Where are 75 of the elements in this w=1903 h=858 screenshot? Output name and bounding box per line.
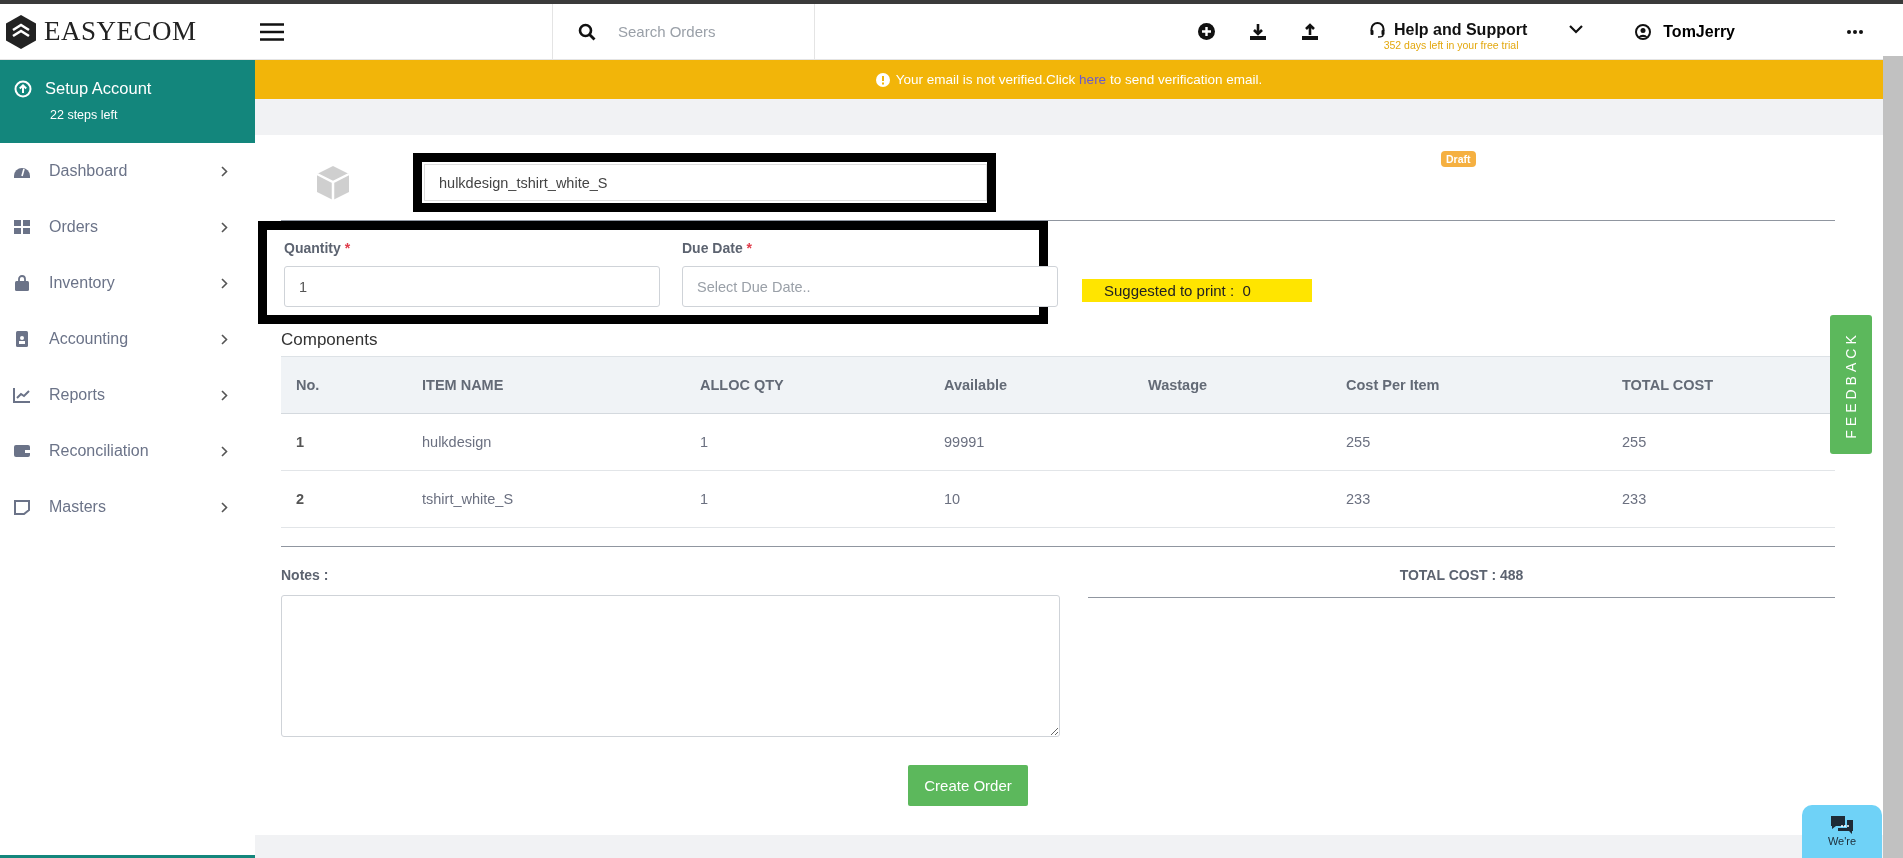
table-cell: tshirt_white_S bbox=[422, 491, 514, 507]
chevron-right-icon bbox=[221, 501, 228, 513]
column-header: Available bbox=[929, 356, 1133, 414]
user-menu[interactable]: TomJerry bbox=[1663, 22, 1735, 41]
table-cell: hulkdesign bbox=[422, 434, 492, 450]
user-icon bbox=[1635, 23, 1652, 40]
table-cell: 255 bbox=[1622, 434, 1647, 450]
setup-title: Setup Account bbox=[45, 79, 152, 98]
chevron-right-icon bbox=[221, 221, 228, 233]
feedback-tab[interactable]: FEEDBACK bbox=[1830, 315, 1872, 454]
sidebar-item[interactable]: Accounting bbox=[0, 311, 255, 367]
bag-icon bbox=[13, 275, 31, 291]
table-cell: 10 bbox=[944, 491, 961, 507]
trial-notice: 352 days left in your free trial bbox=[1383, 38, 1519, 51]
sidebar-item[interactable]: Orders bbox=[0, 199, 255, 255]
product-name-field[interactable]: hulkdesign_tshirt_white_S bbox=[424, 164, 987, 201]
create-order-button[interactable]: Create Order bbox=[908, 765, 1028, 806]
notes-field[interactable] bbox=[281, 595, 1060, 737]
table-cell: 233 bbox=[1622, 491, 1647, 507]
table-cell: 1 bbox=[700, 434, 709, 450]
chat-icon bbox=[1830, 815, 1854, 835]
sidebar-item[interactable]: Reconciliation bbox=[0, 423, 255, 479]
upload-circle-icon bbox=[14, 79, 32, 98]
table-cell: 1 bbox=[700, 491, 709, 507]
sidebar-item[interactable]: Inventory bbox=[0, 255, 255, 311]
chevron-right-icon bbox=[221, 165, 228, 177]
note-icon bbox=[13, 499, 31, 515]
chevron-right-icon bbox=[221, 445, 228, 457]
column-header: ALLOC QTY bbox=[685, 356, 929, 414]
column-header: ITEM NAME bbox=[407, 356, 685, 414]
more-icon[interactable] bbox=[1847, 29, 1863, 34]
table-cell: 233 bbox=[1346, 491, 1371, 507]
chevron-right-icon bbox=[221, 277, 228, 289]
steps-left: 22 steps left bbox=[50, 108, 119, 122]
quantity-field[interactable]: 1 bbox=[284, 266, 660, 307]
sidebar-item[interactable]: Reports bbox=[0, 367, 255, 423]
wallet-icon bbox=[13, 443, 31, 459]
sidebar-item[interactable]: Masters bbox=[0, 479, 255, 535]
upload-icon[interactable] bbox=[1300, 22, 1319, 41]
suggested-print-note: Suggested to print : 0 bbox=[1082, 279, 1312, 302]
chevron-right-icon bbox=[221, 389, 228, 401]
search-icon bbox=[578, 22, 596, 41]
status-tag: Draft bbox=[1441, 151, 1476, 167]
notes-label: Notes : bbox=[281, 567, 330, 583]
grid-icon bbox=[13, 219, 31, 235]
menu-icon[interactable] bbox=[260, 22, 284, 41]
column-header: Cost Per Item bbox=[1331, 356, 1607, 414]
date-field[interactable]: Select Due Date.. bbox=[682, 266, 1058, 307]
download-icon[interactable] bbox=[1248, 22, 1267, 41]
table-cell: 255 bbox=[1346, 434, 1371, 450]
field-label: Quantity * bbox=[284, 240, 352, 256]
help-menu[interactable]: Help and Support bbox=[1393, 20, 1528, 39]
verification-link[interactable]: here bbox=[1079, 72, 1107, 87]
field-label: Due Date * bbox=[682, 240, 754, 256]
column-header: Wastage bbox=[1133, 356, 1331, 414]
total-cost: TOTAL COST : 488 bbox=[1399, 567, 1524, 583]
sidebar-item[interactable]: Dashboard bbox=[0, 143, 255, 199]
table-cell: 2 bbox=[296, 491, 305, 507]
table-cell: 99991 bbox=[944, 434, 985, 450]
table-cell: 1 bbox=[296, 434, 305, 450]
chat-widget[interactable]: We're bbox=[1802, 805, 1882, 858]
chevron-down-icon[interactable] bbox=[1569, 25, 1584, 34]
chevron-right-icon bbox=[221, 333, 228, 345]
brand-name: EASYECOM bbox=[44, 16, 197, 47]
add-icon[interactable] bbox=[1197, 23, 1215, 40]
info-icon bbox=[875, 72, 890, 87]
chart-icon bbox=[13, 387, 31, 403]
section-title: Components bbox=[281, 330, 379, 350]
setup-account-panel[interactable]: Setup Account 22 steps left bbox=[0, 60, 255, 143]
id-badge-icon bbox=[13, 331, 31, 347]
logo-icon bbox=[6, 14, 36, 49]
headset-icon bbox=[1368, 21, 1386, 38]
scrollbar[interactable] bbox=[1883, 56, 1903, 858]
column-header: No. bbox=[281, 356, 407, 414]
verification-message: Your email is not verified.Click here to send verification email. bbox=[895, 72, 1263, 87]
